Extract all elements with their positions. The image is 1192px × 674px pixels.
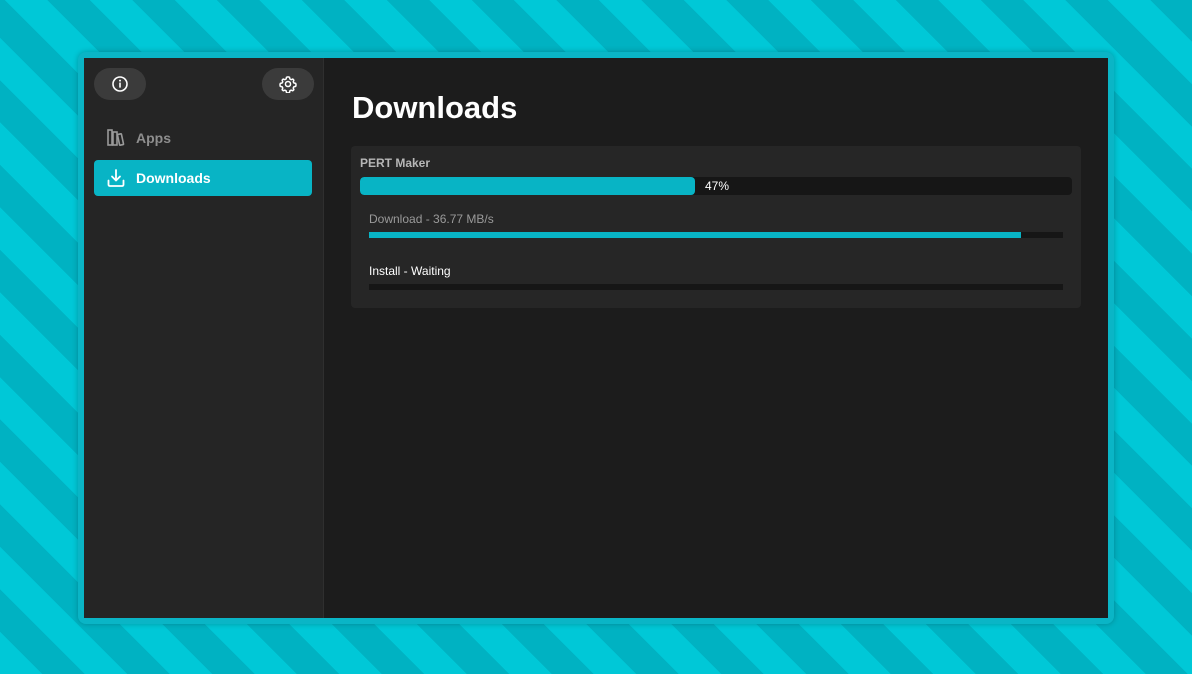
app-name: PERT Maker	[360, 156, 431, 170]
app-window: Apps Downloads Downloads PERT Maker 47% …	[84, 58, 1108, 618]
sidebar-item-apps[interactable]: Apps	[94, 120, 312, 156]
sidebar-item-label: Apps	[136, 130, 171, 146]
sidebar-item-label: Downloads	[136, 170, 211, 186]
install-step-label: Install - Waiting	[369, 264, 451, 278]
overall-progress-percent: 47%	[705, 179, 730, 193]
download-card: PERT Maker 47% Download - 36.77 MB/s Ins…	[351, 146, 1081, 308]
sidebar-item-downloads[interactable]: Downloads	[94, 160, 312, 196]
library-icon	[106, 128, 126, 148]
download-step-progress-fill	[369, 232, 1022, 238]
overall-progress-bar: 47%	[360, 177, 1072, 195]
settings-button[interactable]	[262, 68, 314, 100]
info-icon	[111, 75, 129, 93]
gear-icon	[279, 75, 297, 93]
sidebar: Apps Downloads	[84, 58, 324, 618]
download-step-label: Download - 36.77 MB/s	[369, 212, 494, 226]
install-step-progress-bar	[369, 284, 1063, 290]
overall-progress-fill	[360, 177, 695, 195]
main-panel: Downloads PERT Maker 47% Download - 36.7…	[324, 58, 1108, 618]
info-button[interactable]	[94, 68, 146, 100]
download-icon	[106, 168, 126, 188]
download-step-progress-bar	[369, 232, 1063, 238]
page-title: Downloads	[352, 90, 518, 125]
